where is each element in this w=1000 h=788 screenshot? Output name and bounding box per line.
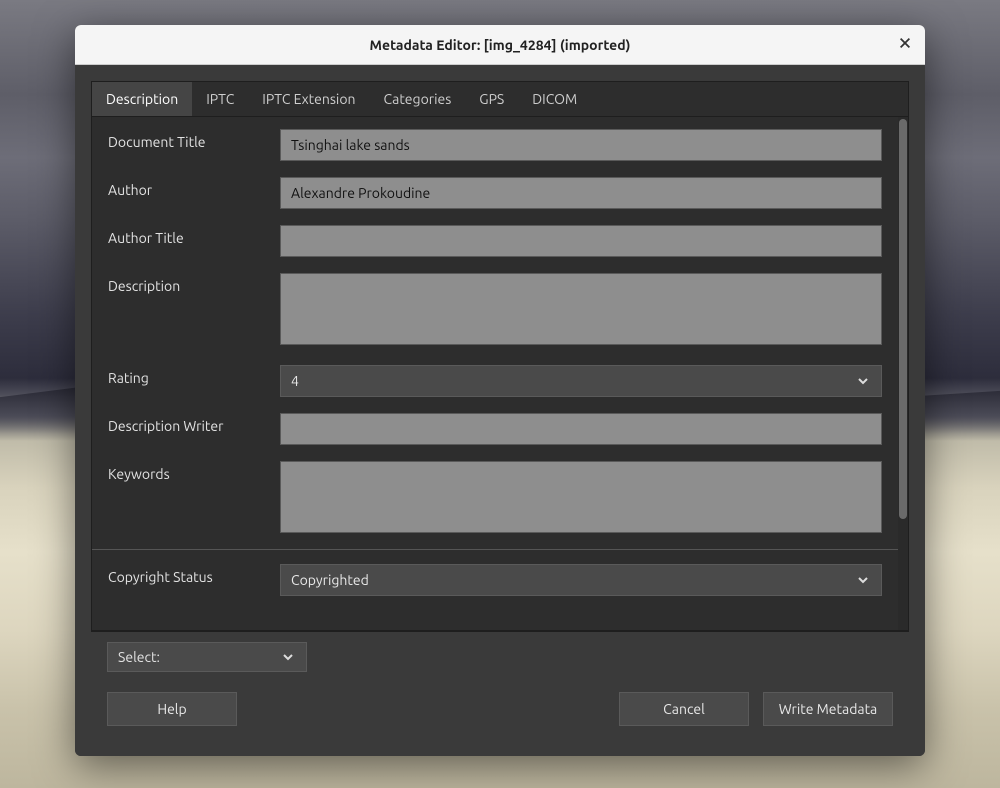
tab-container: Description IPTC IPTC Extension Categori… — [91, 81, 909, 631]
row-rating: Rating 4 — [92, 357, 898, 405]
row-keywords: Keywords — [92, 453, 898, 545]
tab-gps[interactable]: GPS — [465, 82, 518, 116]
close-icon — [898, 36, 912, 54]
select-preset-dropdown[interactable]: Select: — [107, 642, 307, 672]
label-keywords: Keywords — [108, 461, 268, 482]
tabrow: Description IPTC IPTC Extension Categori… — [92, 82, 908, 117]
input-author[interactable] — [280, 177, 882, 209]
footer-select-row: Select: — [91, 631, 909, 678]
cancel-button[interactable]: Cancel — [619, 692, 749, 726]
window-title: Metadata Editor: [img_4284] (imported) — [75, 37, 925, 53]
chevron-down-icon — [855, 572, 871, 588]
scrollbar[interactable] — [898, 117, 908, 630]
input-document-title[interactable] — [280, 129, 882, 161]
row-document-title: Document Title — [92, 121, 898, 169]
label-author: Author — [108, 177, 268, 198]
spacer — [251, 692, 605, 726]
label-description: Description — [108, 273, 268, 294]
metadata-editor-window: Metadata Editor: [img_4284] (imported) D… — [75, 25, 925, 756]
titlebar: Metadata Editor: [img_4284] (imported) — [75, 25, 925, 65]
chevron-down-icon — [280, 649, 296, 665]
chevron-down-icon — [855, 373, 871, 389]
label-author-title: Author Title — [108, 225, 268, 246]
input-description[interactable] — [280, 273, 882, 345]
dropdown-copyright-status[interactable]: Copyrighted — [280, 564, 882, 596]
dropdown-copyright-status-value: Copyrighted — [291, 572, 855, 588]
button-row: Help Cancel Write Metadata — [91, 678, 909, 740]
tab-dicom[interactable]: DICOM — [518, 82, 591, 116]
tab-iptc[interactable]: IPTC — [192, 82, 248, 116]
tab-description[interactable]: Description — [92, 82, 192, 116]
help-button[interactable]: Help — [107, 692, 237, 726]
input-description-writer[interactable] — [280, 413, 882, 445]
label-document-title: Document Title — [108, 129, 268, 150]
select-preset-label: Select: — [118, 649, 160, 665]
close-button[interactable] — [893, 33, 917, 57]
form-scrollpane: Document Title Author Au — [92, 117, 898, 630]
label-rating: Rating — [108, 365, 268, 386]
input-author-title[interactable] — [280, 225, 882, 257]
tab-iptc-extension[interactable]: IPTC Extension — [248, 82, 369, 116]
label-description-writer: Description Writer — [108, 413, 268, 434]
row-description: Description — [92, 265, 898, 357]
label-copyright-status: Copyright Status — [108, 564, 268, 585]
tab-content: Document Title Author Au — [92, 117, 908, 630]
row-description-writer: Description Writer — [92, 405, 898, 453]
dropdown-rating-value: 4 — [291, 373, 855, 389]
scrollbar-thumb[interactable] — [899, 119, 907, 519]
dropdown-rating[interactable]: 4 — [280, 365, 882, 397]
row-author-title: Author Title — [92, 217, 898, 265]
input-keywords[interactable] — [280, 461, 882, 533]
description-form: Document Title Author Au — [92, 117, 898, 608]
write-metadata-button[interactable]: Write Metadata — [763, 692, 893, 726]
tab-categories[interactable]: Categories — [370, 82, 466, 116]
row-copyright-status: Copyright Status Copyrighted — [92, 549, 898, 604]
row-author: Author — [92, 169, 898, 217]
dialog-body: Description IPTC IPTC Extension Categori… — [75, 65, 925, 756]
